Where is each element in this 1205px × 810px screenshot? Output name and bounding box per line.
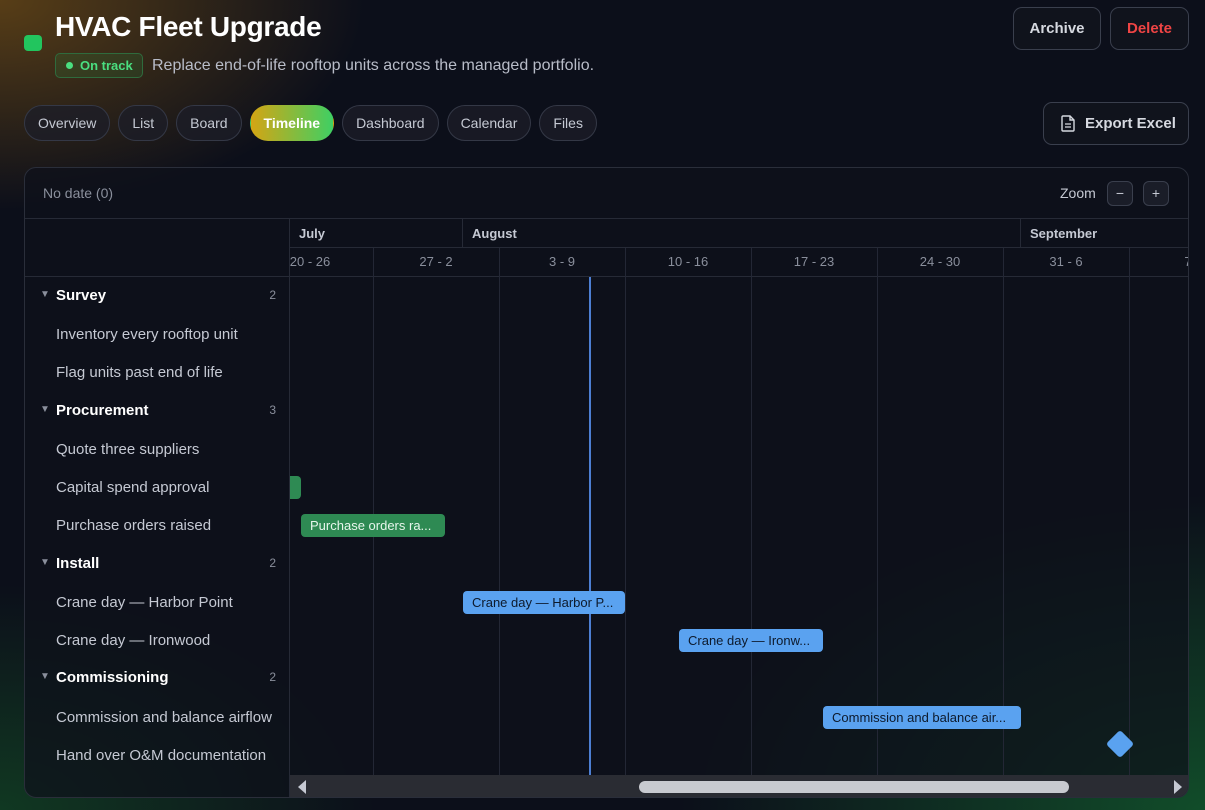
task-name: Hand over O&M documentation: [56, 747, 267, 764]
task-list-header: [25, 219, 289, 277]
group-count: 2: [269, 556, 276, 570]
month-label: September: [1030, 226, 1098, 241]
timeline-toolbar: No date (0) Zoom − +: [25, 168, 1188, 219]
week-header: 20 - 26 27 - 2 3 - 9 10 - 16 17 - 23 24 …: [290, 248, 1188, 277]
month-header: July August September: [290, 219, 1188, 248]
zoom-out-button[interactable]: −: [1107, 181, 1133, 206]
scroll-left-arrow-icon[interactable]: [298, 780, 306, 794]
timeline-panel: No date (0) Zoom − + ▼ Survey 2 Inventor…: [24, 167, 1189, 798]
project-description: Replace end-of-life rooftop units across…: [152, 57, 595, 74]
gantt-area[interactable]: July August September 20 - 26 27 - 2 3 -…: [290, 219, 1188, 797]
scroll-right-arrow-icon[interactable]: [1174, 780, 1182, 794]
tab-calendar[interactable]: Calendar: [446, 105, 532, 141]
task-bar-crane-day-ironwood[interactable]: Crane day — Ironw...: [679, 629, 823, 652]
task-name: Purchase orders raised: [56, 517, 212, 534]
week-label: 24 - 30: [919, 254, 961, 269]
no-date-count[interactable]: No date (0): [43, 185, 113, 201]
collapse-caret-icon[interactable]: ▼: [40, 289, 50, 300]
today-marker: [589, 277, 591, 776]
task-row[interactable]: Crane day — Harbor Point: [25, 583, 290, 621]
view-tabs: Overview List Board Timeline Dashboard C…: [24, 105, 597, 141]
task-name: Crane day — Harbor Point: [56, 594, 233, 611]
tab-list[interactable]: List: [118, 105, 169, 141]
delete-button[interactable]: Delete: [1110, 7, 1189, 50]
status-badge[interactable]: On track: [55, 53, 143, 78]
month-label: August: [472, 226, 517, 241]
horizontal-scrollbar[interactable]: [290, 775, 1188, 797]
month-divider: [1020, 219, 1021, 248]
week-gridline: [1003, 248, 1004, 776]
group-count: 2: [269, 670, 276, 684]
week-gridline: [751, 248, 752, 776]
task-row[interactable]: Crane day — Ironwood: [25, 621, 290, 659]
collapse-caret-icon[interactable]: ▼: [40, 671, 50, 682]
month-divider: [462, 219, 463, 248]
task-bar-commission-airflow[interactable]: Commission and balance air...: [823, 706, 1021, 729]
week-label: 3 - 9: [548, 254, 575, 269]
scrollbar-thumb[interactable]: [639, 781, 1069, 793]
tab-overview[interactable]: Overview: [24, 105, 111, 141]
export-excel-button[interactable]: Export Excel: [1043, 102, 1189, 145]
group-count: 2: [269, 288, 276, 302]
week-gridline: [499, 248, 500, 776]
project-color-swatch: [24, 35, 42, 51]
task-bar-purchase-orders[interactable]: Purchase orders ra...: [301, 514, 445, 537]
collapse-caret-icon[interactable]: ▼: [40, 557, 50, 568]
tab-timeline[interactable]: Timeline: [249, 105, 335, 141]
tab-dashboard[interactable]: Dashboard: [342, 105, 439, 141]
task-name: Flag units past end of life: [56, 364, 223, 381]
week-label: 31 - 6: [1049, 254, 1083, 269]
week-label: 27 - 2: [419, 254, 453, 269]
task-row[interactable]: Purchase orders raised: [25, 506, 290, 544]
task-bar-capital-spend-approval[interactable]: [290, 476, 301, 499]
task-name: Commission and balance airflow: [56, 709, 272, 726]
task-row[interactable]: Flag units past end of life: [25, 353, 290, 391]
task-row[interactable]: Hand over O&M documentation: [25, 736, 290, 774]
week-gridline: [1129, 248, 1130, 776]
group-row-commissioning[interactable]: ▼ Commissioning 2: [25, 659, 290, 697]
week-gridline: [625, 248, 626, 776]
task-row[interactable]: Quote three suppliers: [25, 430, 290, 468]
zoom-in-button[interactable]: +: [1143, 181, 1169, 206]
group-name: Survey: [56, 287, 107, 304]
collapse-caret-icon[interactable]: ▼: [40, 404, 50, 415]
project-title: HVAC Fleet Upgrade: [55, 11, 322, 42]
week-label: 17 - 23: [793, 254, 835, 269]
task-row[interactable]: Capital spend approval: [25, 468, 290, 506]
task-row[interactable]: Inventory every rooftop unit: [25, 315, 290, 353]
group-row-install[interactable]: ▼ Install 2: [25, 545, 290, 583]
archive-button[interactable]: Archive: [1013, 7, 1101, 50]
export-excel-label: Export Excel: [1085, 115, 1176, 132]
zoom-label: Zoom: [1060, 185, 1096, 201]
document-icon: [1061, 115, 1075, 132]
group-count: 3: [269, 403, 276, 417]
week-label: 7 -: [1129, 254, 1188, 269]
week-gridline: [373, 248, 374, 776]
week-label: 10 - 16: [667, 254, 709, 269]
group-row-procurement[interactable]: ▼ Procurement 3: [25, 392, 290, 430]
task-name: Crane day — Ironwood: [56, 632, 211, 649]
task-row[interactable]: Commission and balance airflow: [25, 698, 290, 736]
week-label: 20 - 26: [290, 254, 331, 269]
task-name: Inventory every rooftop unit: [56, 326, 238, 343]
group-name: Commissioning: [56, 669, 169, 686]
week-gridline: [877, 248, 878, 776]
month-label: July: [299, 226, 326, 241]
task-bar-crane-day-harbor-point[interactable]: Crane day — Harbor P...: [463, 591, 625, 614]
group-row-survey[interactable]: ▼ Survey 2: [25, 277, 290, 315]
tab-board[interactable]: Board: [176, 105, 242, 141]
task-name: Quote three suppliers: [56, 441, 200, 458]
tab-files[interactable]: Files: [539, 105, 597, 141]
task-list: ▼ Survey 2 Inventory every rooftop unit …: [25, 219, 290, 797]
group-name: Install: [56, 555, 100, 572]
group-name: Procurement: [56, 402, 149, 419]
task-name: Capital spend approval: [56, 479, 210, 496]
